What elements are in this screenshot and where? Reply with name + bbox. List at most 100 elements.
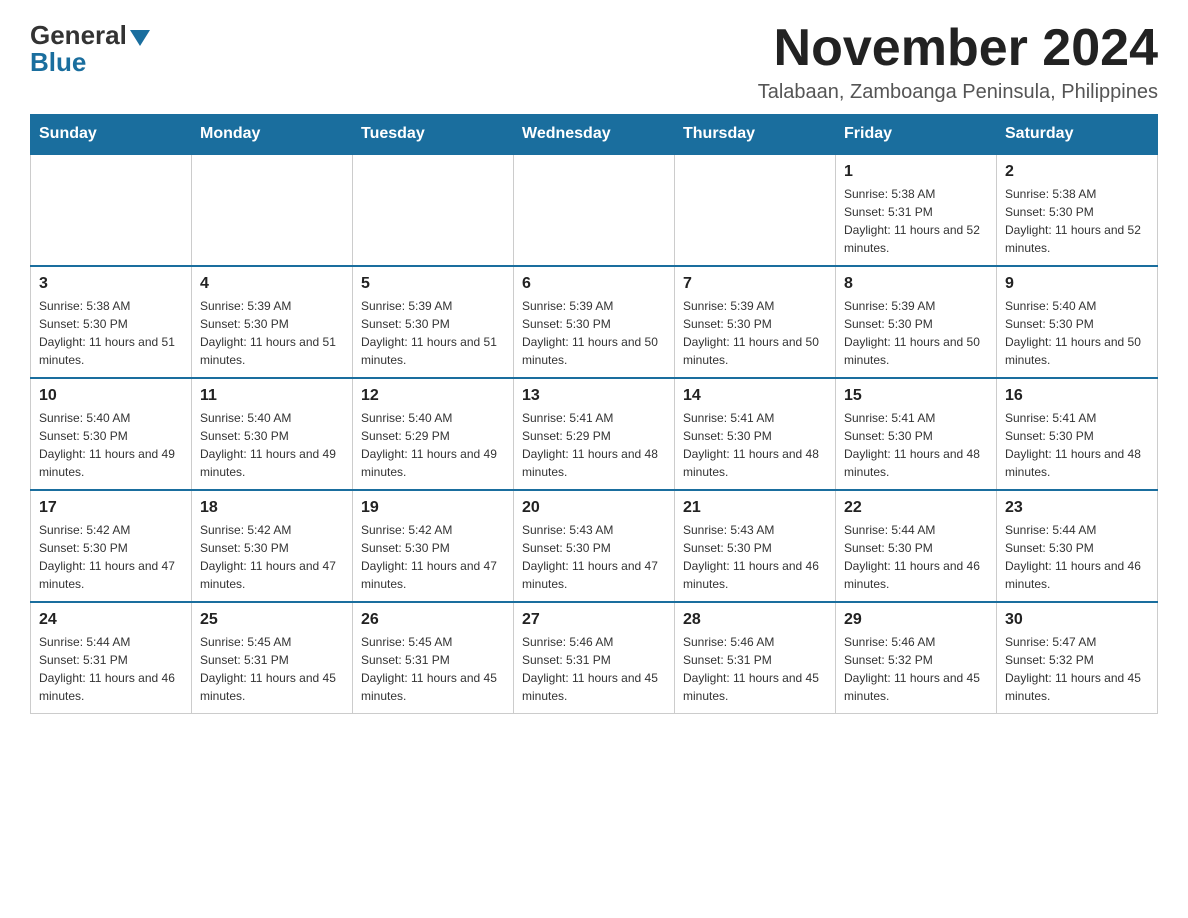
calendar-cell: 17 Sunrise: 5:42 AM Sunset: 5:30 PM Dayli… [31, 490, 192, 602]
day-number: 4 [200, 275, 344, 293]
day-sun-info: Sunrise: 5:46 AM Sunset: 5:31 PM Dayligh… [522, 633, 666, 705]
day-sun-info: Sunrise: 5:47 AM Sunset: 5:32 PM Dayligh… [1005, 633, 1149, 705]
calendar-cell: 15 Sunrise: 5:41 AM Sunset: 5:30 PM Dayli… [836, 378, 997, 490]
calendar-cell [31, 154, 192, 266]
day-sun-info: Sunrise: 5:44 AM Sunset: 5:30 PM Dayligh… [1005, 521, 1149, 593]
day-number: 18 [200, 499, 344, 517]
calendar-cell: 29 Sunrise: 5:46 AM Sunset: 5:32 PM Dayli… [836, 602, 997, 714]
logo: General Blue [30, 20, 150, 78]
day-number: 15 [844, 387, 988, 405]
location-subtitle: Talabaan, Zamboanga Peninsula, Philippin… [758, 81, 1158, 104]
day-sun-info: Sunrise: 5:44 AM Sunset: 5:30 PM Dayligh… [844, 521, 988, 593]
day-sun-info: Sunrise: 5:39 AM Sunset: 5:30 PM Dayligh… [844, 297, 988, 369]
day-number: 23 [1005, 499, 1149, 517]
day-number: 6 [522, 275, 666, 293]
calendar-week-row: 3Sunrise: 5:38 AM Sunset: 5:30 PM Daylig… [31, 266, 1158, 378]
calendar-cell: 24Sunrise: 5:44 AM Sunset: 5:31 PM Dayli… [31, 602, 192, 714]
day-sun-info: Sunrise: 5:46 AM Sunset: 5:32 PM Dayligh… [844, 633, 988, 705]
day-number: 8 [844, 275, 988, 293]
title-block: November 2024 Talabaan, Zamboanga Penins… [758, 20, 1158, 104]
calendar-week-row: 10 Sunrise: 5:40 AM Sunset: 5:30 PM Dayli… [31, 378, 1158, 490]
day-sun-info: Sunrise: 5:41 AM Sunset: 5:29 PM Dayligh… [522, 409, 666, 481]
day-number: 25 [200, 611, 344, 629]
calendar-cell [675, 154, 836, 266]
day-of-week-header-sunday: Sunday [31, 115, 192, 155]
calendar-cell: 23 Sunrise: 5:44 AM Sunset: 5:30 PM Dayli… [997, 490, 1158, 602]
day-sun-info: Sunrise: 5:39 AM Sunset: 5:30 PM Dayligh… [683, 297, 827, 369]
day-sun-info: Sunrise: 5:40 AM Sunset: 5:29 PM Dayligh… [361, 409, 505, 481]
calendar-cell: 4 Sunrise: 5:39 AM Sunset: 5:30 PM Daylig… [192, 266, 353, 378]
calendar-cell: 2 Sunrise: 5:38 AM Sunset: 5:30 PM Daylig… [997, 154, 1158, 266]
day-number: 29 [844, 611, 988, 629]
calendar-cell: 9Sunrise: 5:40 AM Sunset: 5:30 PM Daylig… [997, 266, 1158, 378]
calendar-cell: 26 Sunrise: 5:45 AM Sunset: 5:31 PM Dayli… [353, 602, 514, 714]
day-number: 5 [361, 275, 505, 293]
day-number: 7 [683, 275, 827, 293]
calendar-cell: 20 Sunrise: 5:43 AM Sunset: 5:30 PM Dayli… [514, 490, 675, 602]
day-number: 22 [844, 499, 988, 517]
calendar-cell: 5 Sunrise: 5:39 AM Sunset: 5:30 PM Daylig… [353, 266, 514, 378]
day-sun-info: Sunrise: 5:45 AM Sunset: 5:31 PM Dayligh… [361, 633, 505, 705]
day-sun-info: Sunrise: 5:40 AM Sunset: 5:30 PM Dayligh… [200, 409, 344, 481]
day-number: 3 [39, 275, 183, 293]
day-sun-info: Sunrise: 5:42 AM Sunset: 5:30 PM Dayligh… [361, 521, 505, 593]
calendar-cell: 7 Sunrise: 5:39 AM Sunset: 5:30 PM Daylig… [675, 266, 836, 378]
day-sun-info: Sunrise: 5:42 AM Sunset: 5:30 PM Dayligh… [39, 521, 183, 593]
calendar-cell: 6 Sunrise: 5:39 AM Sunset: 5:30 PM Daylig… [514, 266, 675, 378]
calendar-header-row: SundayMondayTuesdayWednesdayThursdayFrid… [31, 115, 1158, 155]
calendar-cell: 30 Sunrise: 5:47 AM Sunset: 5:32 PM Dayli… [997, 602, 1158, 714]
calendar-cell: 27Sunrise: 5:46 AM Sunset: 5:31 PM Dayli… [514, 602, 675, 714]
day-number: 28 [683, 611, 827, 629]
day-sun-info: Sunrise: 5:39 AM Sunset: 5:30 PM Dayligh… [361, 297, 505, 369]
calendar-week-row: 1 Sunrise: 5:38 AM Sunset: 5:31 PM Daylig… [31, 154, 1158, 266]
day-sun-info: Sunrise: 5:40 AM Sunset: 5:30 PM Dayligh… [1005, 297, 1149, 369]
calendar-cell: 10Sunrise: 5:40 AM Sunset: 5:30 PM Dayli… [31, 378, 192, 490]
calendar-cell: 1 Sunrise: 5:38 AM Sunset: 5:31 PM Daylig… [836, 154, 997, 266]
day-of-week-header-saturday: Saturday [997, 115, 1158, 155]
day-sun-info: Sunrise: 5:41 AM Sunset: 5:30 PM Dayligh… [683, 409, 827, 481]
day-number: 19 [361, 499, 505, 517]
day-sun-info: Sunrise: 5:43 AM Sunset: 5:30 PM Dayligh… [683, 521, 827, 593]
day-sun-info: Sunrise: 5:39 AM Sunset: 5:30 PM Dayligh… [522, 297, 666, 369]
day-number: 13 [522, 387, 666, 405]
calendar-cell: 28 Sunrise: 5:46 AM Sunset: 5:31 PM Dayli… [675, 602, 836, 714]
day-number: 17 [39, 499, 183, 517]
day-sun-info: Sunrise: 5:38 AM Sunset: 5:30 PM Dayligh… [1005, 185, 1149, 257]
calendar-table: SundayMondayTuesdayWednesdayThursdayFrid… [30, 114, 1158, 714]
calendar-cell: 19 Sunrise: 5:42 AM Sunset: 5:30 PM Dayli… [353, 490, 514, 602]
day-number: 24 [39, 611, 183, 629]
day-sun-info: Sunrise: 5:46 AM Sunset: 5:31 PM Dayligh… [683, 633, 827, 705]
day-sun-info: Sunrise: 5:45 AM Sunset: 5:31 PM Dayligh… [200, 633, 344, 705]
day-sun-info: Sunrise: 5:41 AM Sunset: 5:30 PM Dayligh… [844, 409, 988, 481]
day-of-week-header-tuesday: Tuesday [353, 115, 514, 155]
calendar-cell: 18 Sunrise: 5:42 AM Sunset: 5:30 PM Dayli… [192, 490, 353, 602]
day-number: 16 [1005, 387, 1149, 405]
calendar-cell: 12Sunrise: 5:40 AM Sunset: 5:29 PM Dayli… [353, 378, 514, 490]
calendar-week-row: 24Sunrise: 5:44 AM Sunset: 5:31 PM Dayli… [31, 602, 1158, 714]
day-of-week-header-monday: Monday [192, 115, 353, 155]
day-number: 26 [361, 611, 505, 629]
day-of-week-header-wednesday: Wednesday [514, 115, 675, 155]
day-number: 20 [522, 499, 666, 517]
day-of-week-header-thursday: Thursday [675, 115, 836, 155]
calendar-cell: 22 Sunrise: 5:44 AM Sunset: 5:30 PM Dayli… [836, 490, 997, 602]
day-number: 1 [844, 163, 988, 181]
day-sun-info: Sunrise: 5:38 AM Sunset: 5:31 PM Dayligh… [844, 185, 988, 257]
calendar-cell: 16Sunrise: 5:41 AM Sunset: 5:30 PM Dayli… [997, 378, 1158, 490]
calendar-cell [192, 154, 353, 266]
logo-blue-text: Blue [30, 47, 86, 78]
day-number: 14 [683, 387, 827, 405]
day-sun-info: Sunrise: 5:42 AM Sunset: 5:30 PM Dayligh… [200, 521, 344, 593]
day-number: 2 [1005, 163, 1149, 181]
day-sun-info: Sunrise: 5:43 AM Sunset: 5:30 PM Dayligh… [522, 521, 666, 593]
calendar-week-row: 17 Sunrise: 5:42 AM Sunset: 5:30 PM Dayli… [31, 490, 1158, 602]
month-year-title: November 2024 [758, 20, 1158, 77]
day-number: 30 [1005, 611, 1149, 629]
page-header: General Blue November 2024 Talabaan, Zam… [30, 20, 1158, 104]
day-sun-info: Sunrise: 5:39 AM Sunset: 5:30 PM Dayligh… [200, 297, 344, 369]
day-number: 10 [39, 387, 183, 405]
day-number: 21 [683, 499, 827, 517]
calendar-cell [514, 154, 675, 266]
calendar-cell: 8 Sunrise: 5:39 AM Sunset: 5:30 PM Daylig… [836, 266, 997, 378]
calendar-cell: 21 Sunrise: 5:43 AM Sunset: 5:30 PM Dayli… [675, 490, 836, 602]
